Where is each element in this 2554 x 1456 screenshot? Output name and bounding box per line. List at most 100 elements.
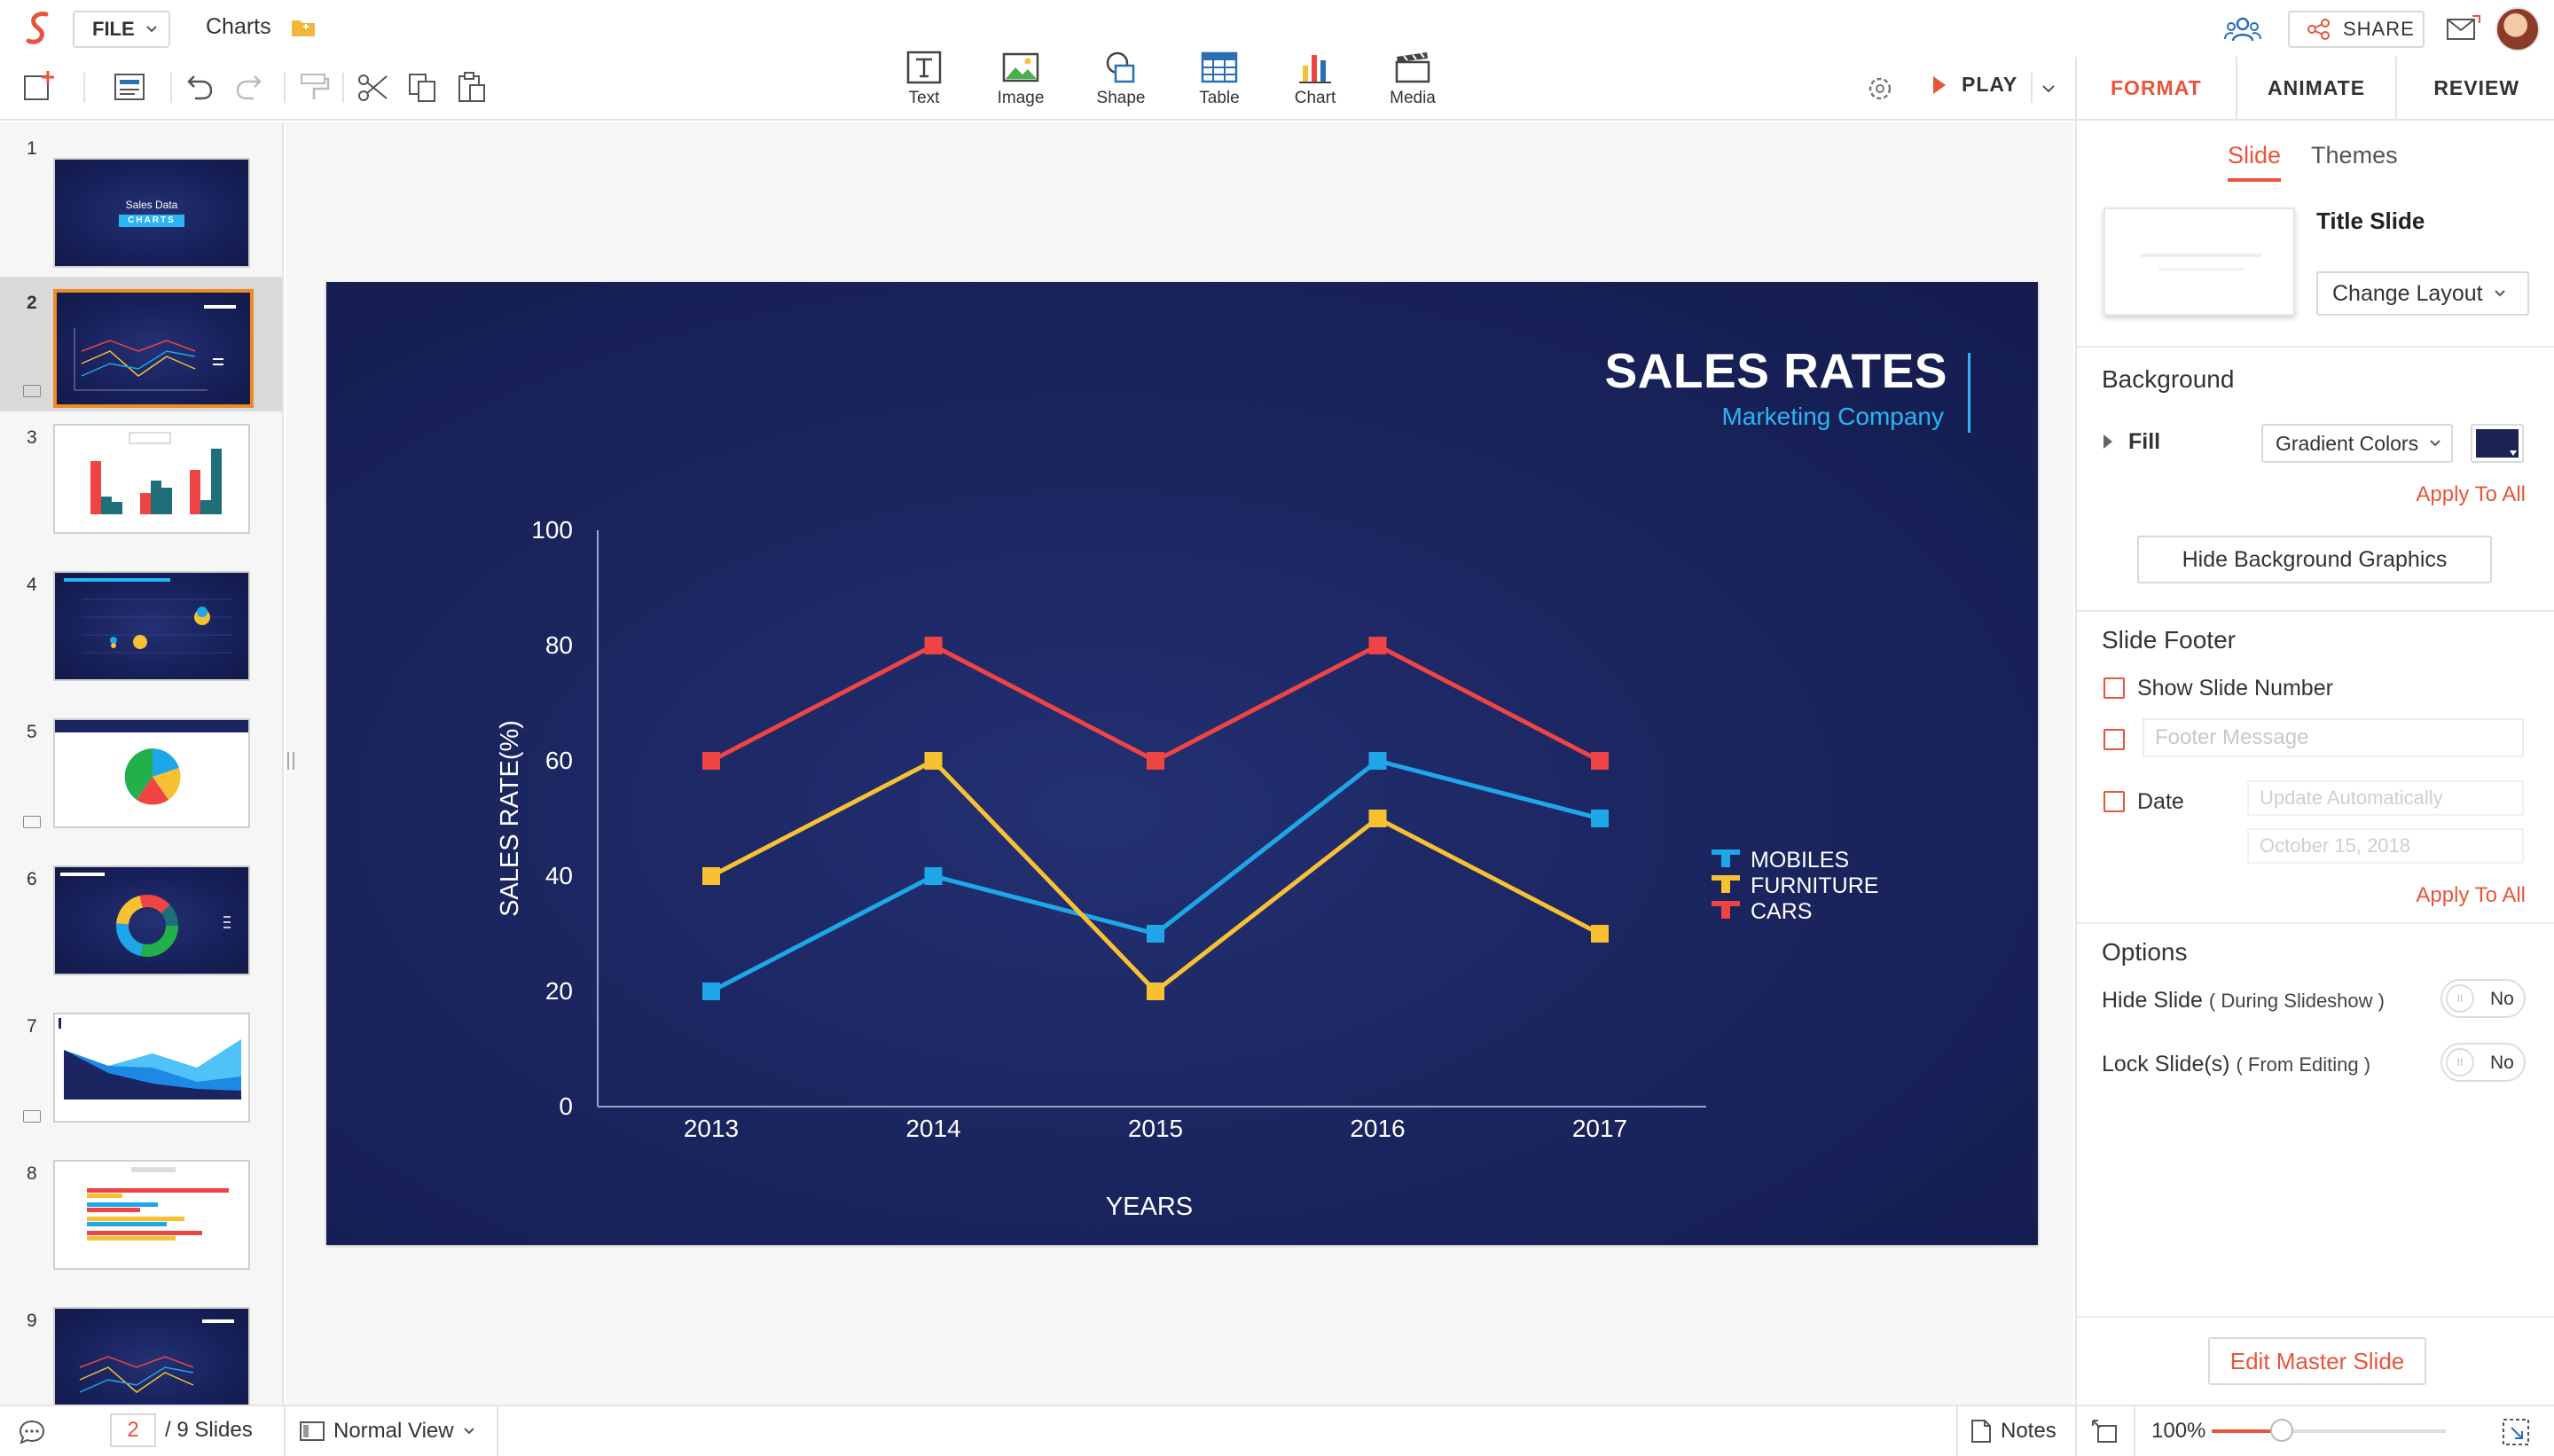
mail-icon[interactable] (2446, 14, 2481, 43)
tab-animate[interactable]: ANIMATE (2237, 57, 2398, 119)
hide-slide-toggle[interactable]: II No (2440, 979, 2526, 1018)
cut-icon[interactable] (355, 69, 390, 105)
tab-review[interactable]: REVIEW (2397, 57, 2554, 119)
edit-master-slide-button[interactable]: Edit Master Slide (2208, 1337, 2426, 1385)
current-slide[interactable]: SALES RATES Marketing Company 0 20 40 60 80 1… (326, 282, 2038, 1245)
folder-icon[interactable] (291, 18, 316, 37)
fill-type-value: Gradient Colors (2276, 431, 2419, 455)
slide-thumbnail[interactable] (53, 718, 250, 828)
tab-format[interactable]: FORMAT (2077, 57, 2237, 119)
notes-button[interactable]: Notes (1970, 1419, 2057, 1444)
thumb-donut-chart (60, 873, 231, 957)
slide-thumbnail-row[interactable]: 3 (0, 424, 282, 569)
slide-thumbnail-row[interactable]: 2 (0, 277, 282, 411)
slide-number: 8 (27, 1163, 37, 1184)
slide-thumbnail[interactable] (53, 1307, 250, 1405)
current-page-input[interactable]: 2 (110, 1413, 156, 1447)
slide-thumbnail-row[interactable]: 8 (0, 1160, 282, 1305)
layout-thumb-line (2158, 268, 2244, 270)
slide-thumbnail[interactable]: Sales Data CHARTS (53, 158, 250, 268)
insert-chart-button[interactable]: Chart (1275, 50, 1355, 108)
layout-icon[interactable] (112, 69, 147, 105)
share-button[interactable]: SHARE (2288, 11, 2425, 48)
slide-thumbnail[interactable] (53, 1160, 250, 1270)
undo-icon[interactable] (181, 69, 216, 105)
thumb-line-chart (74, 305, 236, 391)
fullscreen-icon[interactable] (2501, 1417, 2531, 1447)
slide-number: 2 (27, 293, 37, 313)
layout-thumbnail[interactable] (2104, 207, 2295, 316)
file-menu-button[interactable]: FILE (73, 11, 170, 48)
slide-number: 6 (27, 869, 37, 889)
slide-thumbnail[interactable] (53, 1013, 250, 1123)
slide-thumbnail[interactable] (53, 865, 250, 975)
app-logo-icon[interactable] (23, 11, 55, 46)
zoom-slider[interactable] (2212, 1419, 2446, 1442)
x-tick-label: 2017 (1572, 1115, 1627, 1142)
copy-icon[interactable] (404, 69, 440, 105)
zoom-slider-handle[interactable] (2270, 1419, 2294, 1442)
date-mode-dropdown[interactable]: Update Automatically (2247, 780, 2524, 816)
date-checkbox[interactable] (2104, 791, 2125, 812)
insert-table-button[interactable]: Table (1179, 50, 1259, 108)
media-clapper-icon (1395, 52, 1430, 83)
change-layout-dropdown[interactable]: Change Layout (2316, 271, 2529, 316)
series-line-cars (709, 643, 1602, 763)
share-label: SHARE (2343, 18, 2415, 40)
slide-canvas[interactable]: SALES RATES Marketing Company 0 20 40 60 80 1… (286, 122, 2073, 1405)
date-value-dropdown[interactable]: October 15, 2018 (2247, 828, 2524, 864)
comments-icon[interactable] (18, 1419, 46, 1445)
panel-resize-handle[interactable] (287, 752, 294, 770)
slide-thumbnail-row[interactable]: 7 (0, 1013, 282, 1158)
insert-text-button[interactable]: Text (884, 50, 964, 108)
slide-thumbnail[interactable] (53, 289, 254, 408)
footer-apply-all-link[interactable]: Apply To All (2416, 883, 2526, 908)
subtab-slide[interactable]: Slide (2228, 142, 2282, 182)
legend-marker-furniture (1712, 875, 1740, 893)
subtab-themes[interactable]: Themes (2311, 142, 2398, 182)
chevron-down-icon (145, 26, 157, 33)
slide-thumbnail-row[interactable]: 5 (0, 718, 282, 864)
show-slide-number-checkbox[interactable] (2104, 677, 2125, 699)
format-subtabs: Slide Themes (2228, 142, 2398, 182)
hide-background-graphics-button[interactable]: Hide Background Graphics (2137, 536, 2492, 583)
insert-shape-button[interactable]: Shape (1081, 50, 1161, 108)
toggle-knob: II (2446, 984, 2474, 1013)
toolbar-divider (342, 73, 344, 103)
paste-icon[interactable] (454, 69, 490, 105)
animation-indicator-icon (23, 816, 41, 828)
slide-thumbnail[interactable] (53, 571, 250, 681)
slide-thumbnail-row[interactable]: 1 Sales Data CHARTS (0, 122, 282, 268)
footer-message-input[interactable]: Footer Message (2143, 718, 2524, 757)
insert-shape-label: Shape (1096, 89, 1146, 107)
insert-image-button[interactable]: Image (981, 50, 1061, 108)
new-slide-icon[interactable] (21, 69, 57, 105)
expand-caret-icon[interactable] (2104, 434, 2112, 449)
document-title[interactable]: Charts (206, 14, 271, 40)
fill-type-dropdown[interactable]: Gradient Colors (2261, 424, 2453, 463)
thumb-subtitle: CHARTS (119, 215, 184, 227)
lock-slide-toggle[interactable]: II No (2440, 1043, 2526, 1082)
insert-table-label: Table (1199, 89, 1240, 107)
play-options-chevron-icon[interactable] (2041, 83, 2056, 94)
settings-gear-icon[interactable] (1862, 71, 1898, 106)
background-apply-all-link[interactable]: Apply To All (2416, 482, 2526, 507)
slide-thumbnail-row[interactable]: 6 (0, 865, 282, 1011)
redo-icon[interactable] (232, 69, 268, 105)
play-button[interactable]: PLAY (1931, 73, 2017, 97)
user-avatar[interactable] (2495, 7, 2540, 51)
zoom-percent[interactable]: 100% (2151, 1419, 2205, 1444)
fit-to-screen-icon[interactable] (2091, 1419, 2119, 1445)
fill-color-swatch[interactable] (2471, 424, 2524, 463)
insert-media-button[interactable]: Media (1373, 50, 1453, 108)
slide-thumbnail[interactable] (53, 424, 250, 534)
view-mode-dropdown[interactable]: Normal View (300, 1419, 475, 1444)
play-label: PLAY (1962, 73, 2018, 96)
slide-thumbnail-row[interactable]: 4 (0, 571, 282, 716)
footer-message-checkbox[interactable] (2104, 729, 2125, 750)
sales-line-chart[interactable]: 0 20 40 60 80 100 2013 2014 2015 2016 2017 YEARS SAL… (326, 282, 2038, 1245)
slide-thumbnail-row[interactable]: 9 (0, 1307, 282, 1405)
lock-slide-text: Lock Slide(s) (2102, 1052, 2230, 1076)
format-painter-icon[interactable] (296, 69, 332, 105)
collaborators-icon[interactable] (2224, 16, 2261, 43)
